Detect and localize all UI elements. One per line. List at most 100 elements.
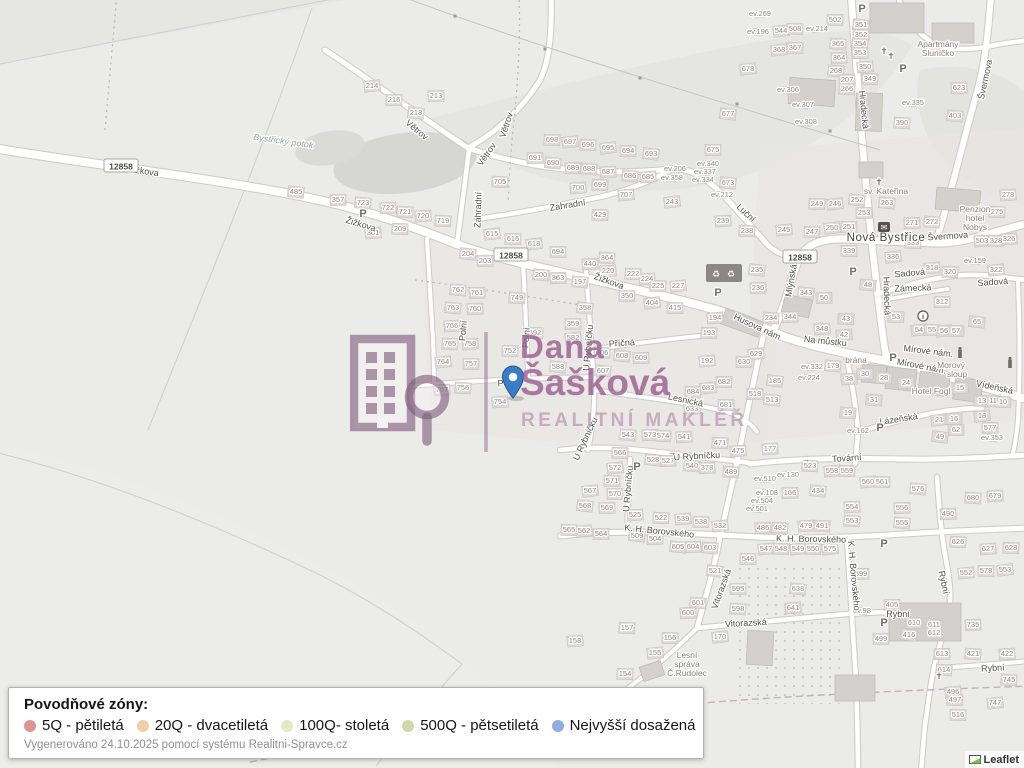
- house-number: 558: [826, 466, 839, 475]
- house-number: 185: [769, 376, 782, 385]
- house-number: ev.353: [981, 433, 1003, 442]
- town-label: Nová Bystřice: [847, 232, 926, 244]
- house-number: 49: [936, 432, 944, 441]
- house-number: 609: [635, 353, 648, 362]
- house-number: 687: [602, 167, 615, 176]
- building: [870, 3, 924, 33]
- house-number: 312: [936, 297, 949, 306]
- house-number: 694: [622, 146, 635, 155]
- house-number: 339: [843, 246, 856, 255]
- house-number: 696: [582, 140, 595, 149]
- house-number: 10: [999, 397, 1007, 406]
- house-number: 482: [774, 523, 787, 532]
- house-number: 638: [792, 584, 805, 593]
- house-number: ev.212: [711, 190, 733, 199]
- house-number: 568: [579, 501, 592, 510]
- parking-icon: P: [858, 3, 865, 15]
- house-number: 415: [669, 303, 682, 312]
- house-number: 722: [382, 203, 395, 212]
- svg-text:♻: ♻: [727, 269, 735, 279]
- house-number: ev.162: [847, 426, 869, 435]
- house-number: 421: [967, 649, 980, 658]
- house-number: 253: [858, 208, 871, 217]
- house-number: 357: [332, 195, 345, 204]
- house-number: 679: [989, 491, 1002, 500]
- house-number: 503: [976, 236, 989, 245]
- house-number: 200: [535, 270, 548, 279]
- house-number: 615: [486, 229, 499, 238]
- house-number: 571: [606, 476, 619, 485]
- house-number: 518: [749, 389, 762, 398]
- house-number: 752: [504, 346, 517, 355]
- house-number: 577: [984, 423, 997, 432]
- house-number: 358: [579, 303, 592, 312]
- house-number: 600: [682, 608, 695, 617]
- house-number: 440: [584, 259, 597, 268]
- church-cross-icon: ✝: [875, 177, 883, 187]
- house-number: 207: [841, 75, 854, 84]
- house-number: 156: [664, 633, 677, 642]
- house-number: 251: [843, 222, 856, 231]
- house-number: 572: [609, 463, 622, 472]
- house-number: 343: [800, 288, 813, 297]
- legend-zone-label: Nejvyšší dosažená: [570, 717, 696, 734]
- house-number: 352: [855, 30, 868, 39]
- leaflet-link[interactable]: Leaflet: [984, 754, 1019, 766]
- poi-label: brána: [845, 355, 867, 365]
- house-number: 268: [830, 66, 843, 75]
- marker-pin-dot: [509, 373, 518, 382]
- building: [639, 660, 665, 681]
- house-number: 691: [529, 153, 542, 162]
- house-number: 686: [624, 171, 637, 180]
- house-number: 608: [616, 351, 629, 360]
- street-label: Hradecká: [881, 276, 892, 315]
- house-number: 721: [399, 207, 412, 216]
- poi-label: sloup: [947, 369, 968, 379]
- house-number: 350: [859, 62, 872, 71]
- house-number: 320: [944, 267, 957, 276]
- house-number: 368: [773, 45, 786, 54]
- house-number: 705: [494, 177, 507, 186]
- house-number: 155: [649, 648, 662, 657]
- house-number: 682: [718, 377, 731, 386]
- house-number: ev.306: [777, 85, 799, 94]
- house-number: 24: [902, 378, 910, 387]
- monument-icon: [958, 350, 962, 358]
- house-number: 278: [1002, 190, 1015, 199]
- parking-icon: P: [876, 422, 883, 434]
- house-number: 707: [620, 190, 633, 199]
- location-marker-pin[interactable]: [500, 365, 526, 401]
- house-number: 263: [881, 198, 894, 207]
- house-number: 765: [444, 339, 457, 348]
- house-number: 719: [437, 216, 450, 225]
- house-number: 250: [826, 223, 839, 232]
- house-number: 246: [829, 199, 842, 208]
- parking-icon: P: [889, 352, 896, 364]
- house-number: 548: [775, 544, 788, 553]
- house-number: 546: [742, 554, 755, 563]
- house-number: 489: [725, 467, 738, 476]
- house-number: 549: [792, 544, 805, 553]
- flood-zone-legend: Povodňové zóny: 5Q - pětiletá20Q - dvace…: [8, 687, 704, 759]
- poi-label: Hotel Fogl: [912, 386, 951, 396]
- parking-icon: P: [633, 461, 640, 473]
- street-label: Polní: [520, 327, 532, 349]
- house-number: 628: [1005, 543, 1018, 552]
- house-number: 561: [876, 477, 889, 486]
- house-number: 763: [447, 303, 460, 312]
- house-number: 588: [552, 362, 565, 371]
- house-number: 756: [457, 383, 470, 392]
- house-number: 62: [952, 425, 960, 434]
- house-number: ev.269: [749, 9, 771, 18]
- map-canvas[interactable]: 2142162182134853577237227217207193612096…: [0, 0, 1024, 768]
- legend-zone-dot: [402, 720, 414, 732]
- house-number: 227: [672, 281, 685, 290]
- building: [835, 675, 875, 701]
- house-number: ev.501: [746, 504, 768, 513]
- house-number: 532: [714, 521, 727, 530]
- house-number: 177: [764, 444, 777, 453]
- house-number: 416: [903, 630, 916, 639]
- house-number: ev.214: [806, 24, 828, 33]
- house-number: 673: [722, 178, 735, 187]
- building: [859, 162, 883, 178]
